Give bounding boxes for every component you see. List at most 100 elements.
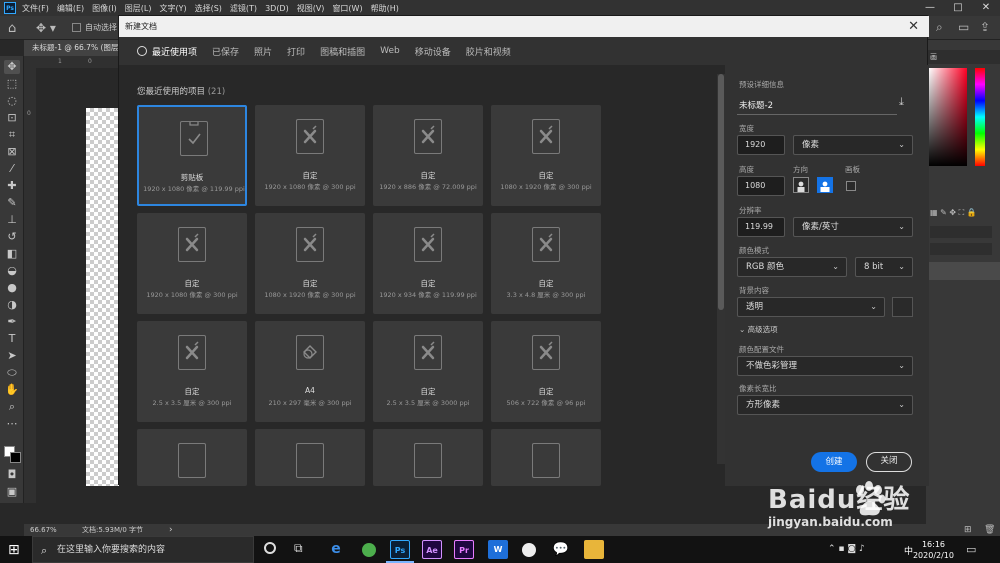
landscape-icon[interactable] [817, 177, 833, 193]
fill-field[interactable] [930, 243, 992, 255]
tab-web[interactable]: Web [380, 46, 400, 56]
new-layer-icon[interactable]: ⊞ [964, 524, 972, 536]
document-name-field[interactable]: 未标题-2 [739, 99, 773, 111]
preset-card[interactable] [137, 429, 247, 486]
tab-mobile[interactable]: 移动设备 [415, 45, 451, 58]
preset-card[interactable]: 自定 2.5 x 3.5 厘米 @ 300 ppi [137, 321, 247, 422]
document-tab[interactable]: 未标题-1 @ 66.7% (图层 [24, 40, 120, 56]
more-tools-icon[interactable]: ⋯ [4, 417, 20, 431]
layer-row[interactable] [928, 262, 1000, 280]
artboard-checkbox[interactable] [846, 181, 856, 191]
menu-file[interactable]: 文件(F) [22, 3, 49, 14]
transparent-canvas[interactable] [86, 108, 120, 486]
paint-bucket-tool-icon[interactable]: ◒ [4, 264, 20, 278]
blur-tool-icon[interactable]: ● [4, 281, 20, 295]
edge-icon[interactable]: e [326, 540, 346, 559]
doc-size-info[interactable]: 文档:5.93M/0 字节 [82, 524, 143, 536]
quick-select-tool-icon[interactable]: ⊡ [4, 111, 20, 125]
hue-slider[interactable] [975, 68, 985, 166]
menu-window[interactable]: 窗口(W) [332, 3, 362, 14]
wechat-icon[interactable]: 💬 [551, 540, 571, 559]
preset-card[interactable] [255, 429, 365, 486]
type-tool-icon[interactable]: T [4, 332, 20, 346]
menu-3d[interactable]: 3D(D) [265, 4, 289, 13]
move-tool-icon[interactable]: ✥ [4, 60, 20, 74]
stamp-tool-icon[interactable]: ⊥ [4, 213, 20, 227]
menu-edit[interactable]: 编辑(E) [57, 3, 84, 14]
menu-select[interactable]: 选择(S) [195, 3, 222, 14]
preset-card[interactable] [491, 429, 601, 486]
menu-view[interactable]: 视图(V) [297, 3, 325, 14]
premiere-icon[interactable]: Pr [454, 540, 474, 559]
taskbar-search-box[interactable]: ⌕ 在这里输入你要搜索的内容 [32, 536, 254, 563]
move-tool-icon[interactable]: ✥ ▾ [36, 21, 56, 35]
zoom-tool-icon[interactable]: ⌕ [4, 400, 20, 414]
close-button[interactable]: 关闭 [866, 452, 912, 472]
dodge-tool-icon[interactable]: ◑ [4, 298, 20, 312]
delete-layer-icon[interactable]: 🗑 [984, 524, 995, 536]
cortana-icon[interactable] [264, 542, 276, 554]
preset-card[interactable]: 自定 506 x 722 像素 @ 96 ppi [491, 321, 601, 422]
opacity-field[interactable] [930, 226, 992, 238]
color-profile-select[interactable]: 不做色彩管理 ⌄ [737, 356, 913, 376]
search-icon[interactable]: ⌕ [936, 20, 943, 35]
shape-tool-icon[interactable]: ⬭ [4, 366, 20, 380]
zoom-level[interactable]: 66.67% [30, 524, 57, 536]
tab-film-video[interactable]: 胶片和视频 [466, 45, 511, 58]
auto-select-checkbox[interactable] [72, 23, 81, 32]
photoshop-taskbar-icon[interactable]: Ps [390, 540, 410, 559]
resolution-unit-select[interactable]: 像素/英寸 ⌄ [793, 217, 913, 237]
hand-tool-icon[interactable]: ✋ [4, 383, 20, 397]
word-doc-icon[interactable]: W [488, 540, 508, 559]
tab-recent[interactable]: 最近使用项 [137, 45, 197, 58]
menu-filter[interactable]: 滤镜(T) [230, 3, 257, 14]
background-color-swatch[interactable] [892, 297, 913, 317]
tray-icons[interactable]: ⌃ ▪ ◙ ♪ [828, 544, 865, 554]
bit-depth-select[interactable]: 8 bit ⌄ [855, 257, 913, 277]
browser-360-icon[interactable] [359, 540, 379, 559]
preset-card[interactable]: 自定 3.3 x 4.8 厘米 @ 300 ppi [491, 213, 601, 314]
windows-start-icon[interactable]: ⊞ [8, 542, 20, 558]
notifications-icon[interactable]: ▭ [966, 543, 976, 556]
preset-card[interactable]: 自定 1920 x 1080 像素 @ 300 ppi [255, 105, 365, 206]
preset-card[interactable]: 自定 1080 x 1920 像素 @ 300 ppi [491, 105, 601, 206]
pen-tool-icon[interactable]: ✒ [4, 315, 20, 329]
preset-card[interactable]: 自定 1920 x 934 像素 @ 119.99 ppi [373, 213, 483, 314]
tab-saved[interactable]: 已保存 [212, 45, 239, 58]
resolution-input[interactable]: 119.99 [737, 217, 785, 237]
menu-image[interactable]: 图像(I) [92, 3, 117, 14]
tab-print[interactable]: 打印 [287, 45, 305, 58]
preset-card[interactable]: A4 210 x 297 毫米 @ 300 ppi [255, 321, 365, 422]
color-mode-select[interactable]: RGB 颜色 ⌄ [737, 257, 847, 277]
preset-card[interactable] [373, 429, 483, 486]
close-window-button[interactable]: ✕ [972, 0, 1000, 16]
preset-card[interactable]: 自定 1080 x 1920 像素 @ 300 ppi [255, 213, 365, 314]
preset-card[interactable]: 自定 1920 x 886 像素 @ 72.009 ppi [373, 105, 483, 206]
tab-photo[interactable]: 照片 [254, 45, 272, 58]
file-explorer-icon[interactable] [584, 540, 604, 559]
brush-tool-icon[interactable]: ✎ [4, 196, 20, 210]
ime-indicator[interactable]: 中 [904, 544, 913, 557]
width-unit-select[interactable]: 像素 ⌄ [793, 135, 913, 155]
menu-type[interactable]: 文字(Y) [159, 3, 186, 14]
healing-brush-tool-icon[interactable]: ✚ [4, 179, 20, 193]
after-effects-icon[interactable]: Ae [422, 540, 442, 559]
minimize-button[interactable]: — [916, 0, 944, 16]
home-icon[interactable]: ⌂ [8, 21, 24, 36]
history-brush-tool-icon[interactable]: ↺ [4, 230, 20, 244]
maximize-button[interactable]: □ [944, 0, 972, 16]
marquee-tool-icon[interactable]: ⬚ [4, 77, 20, 91]
taskbar-clock[interactable]: 16:16 2020/2/10 [913, 539, 954, 561]
pixel-aspect-select[interactable]: 方形像素 ⌄ [737, 395, 913, 415]
eraser-tool-icon[interactable]: ◧ [4, 247, 20, 261]
color-picker-field[interactable] [929, 68, 967, 166]
portrait-icon[interactable] [793, 177, 809, 193]
height-input[interactable]: 1080 [737, 176, 785, 196]
screen-mode-icon[interactable]: ▣ [4, 485, 20, 499]
feather-app-icon[interactable] [519, 540, 539, 559]
width-input[interactable]: 1920 [737, 135, 785, 155]
preset-card-selected[interactable]: 剪贴板 1920 x 1080 像素 @ 119.99 ppi [137, 105, 247, 206]
workspace-icon[interactable]: ▭ [958, 20, 969, 34]
background-color-swatch[interactable] [10, 452, 21, 463]
crop-tool-icon[interactable]: ⌗ [4, 128, 20, 142]
